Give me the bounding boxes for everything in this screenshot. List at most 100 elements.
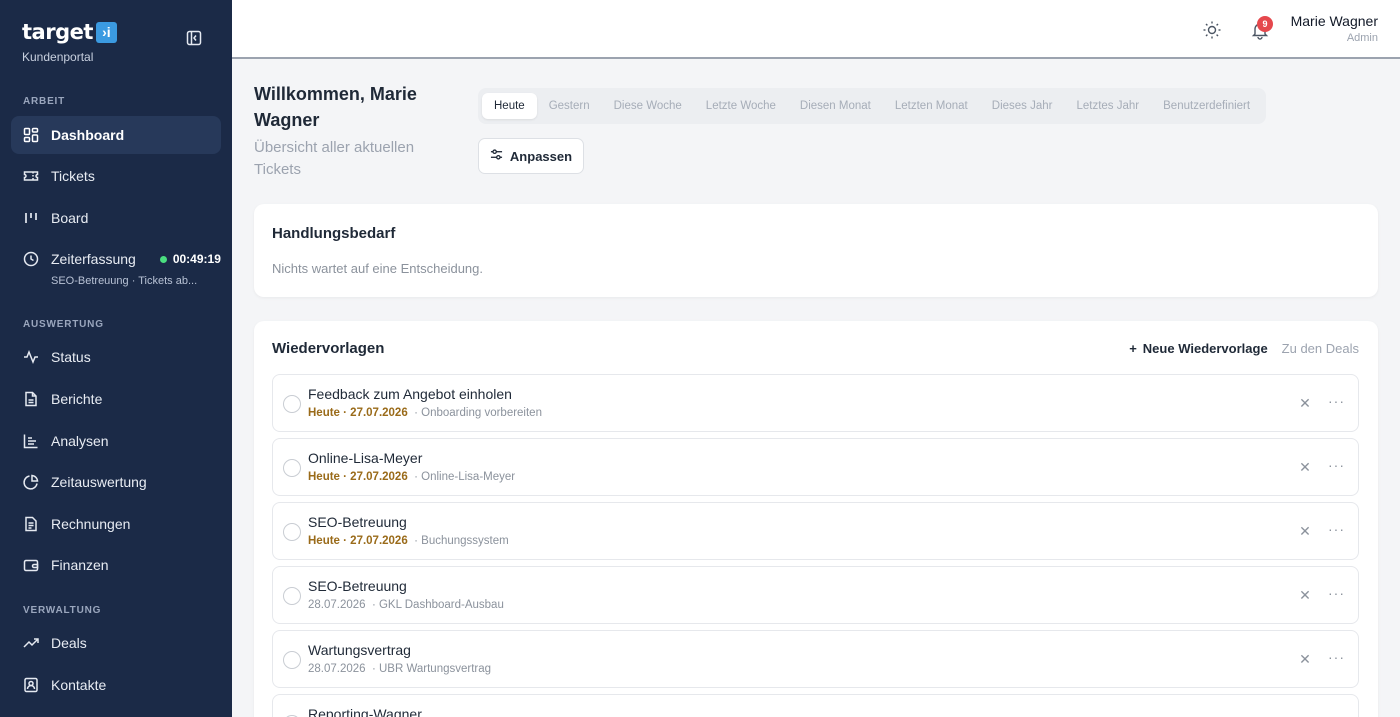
followup-date: Heute · 27.07.2026	[308, 471, 408, 483]
close-icon[interactable]: ✕	[1298, 652, 1312, 666]
more-icon[interactable]: ···	[1328, 586, 1344, 600]
list-item[interactable]: Feedback zum Angebot einholen Heute · 27…	[272, 374, 1359, 432]
wallet-icon	[23, 557, 39, 573]
more-icon[interactable]: ···	[1328, 394, 1344, 408]
followup-context: · Buchungssystem	[414, 535, 509, 547]
sidebar-item-label: Analysen	[51, 433, 109, 449]
tab-diese-woche[interactable]: Diese Woche	[602, 93, 694, 119]
close-icon[interactable]: ✕	[1298, 588, 1312, 602]
close-icon[interactable]: ✕	[1298, 524, 1312, 538]
card-title: Wiedervorlagen	[272, 340, 385, 357]
followup-date: 28.07.2026	[308, 599, 366, 611]
sidebar-collapse-icon[interactable]	[185, 29, 203, 47]
followup-context: · GKL Dashboard-Ausbau	[371, 599, 504, 611]
tab-dieses-jahr[interactable]: Dieses Jahr	[980, 93, 1065, 119]
tab-letzte-woche[interactable]: Letzte Woche	[694, 93, 788, 119]
new-followup-button[interactable]: + Neue Wiedervorlage	[1129, 341, 1267, 356]
complete-checkbox[interactable]	[283, 395, 301, 413]
followup-meta: 28.07.2026 · UBR Wartungsvertrag	[308, 663, 491, 675]
ticket-icon	[23, 168, 39, 184]
followup-title: SEO-Betreuung	[308, 578, 407, 594]
list-item[interactable]: Wartungsvertrag 28.07.2026 · UBR Wartung…	[272, 630, 1359, 688]
customize-button[interactable]: Anpassen	[478, 138, 584, 174]
complete-checkbox[interactable]	[283, 651, 301, 669]
sidebar-item-status[interactable]: Status	[11, 338, 221, 376]
complete-checkbox[interactable]	[283, 459, 301, 477]
theme-toggle-sun-icon[interactable]	[1202, 20, 1222, 40]
followup-title: SEO-Betreuung	[308, 514, 407, 530]
tab-letzten-monat[interactable]: Letzten Monat	[883, 93, 980, 119]
date-range-tabs: Heute Gestern Diese Woche Letzte Woche D…	[478, 88, 1267, 124]
more-icon[interactable]: ···	[1328, 522, 1344, 536]
list-item[interactable]: SEO-Betreuung 28.07.2026 · GKL Dashboard…	[272, 566, 1359, 624]
tab-heute[interactable]: Heute	[482, 93, 537, 119]
tab-benutzerdefiniert[interactable]: Benutzerdefiniert	[1151, 93, 1262, 119]
sidebar-item-board[interactable]: Board	[11, 199, 221, 237]
tab-diesen-monat[interactable]: Diesen Monat	[788, 93, 883, 119]
sidebar-item-deals[interactable]: Deals	[11, 624, 221, 662]
action-required-card: Handlungsbedarf Nichts wartet auf eine E…	[254, 204, 1378, 297]
timer-label: Zeiterfassung	[51, 251, 136, 267]
sidebar-item-label: Board	[51, 210, 89, 226]
user-name[interactable]: Marie Wagner	[1291, 13, 1378, 29]
followup-context: · UBR Wartungsvertrag	[371, 663, 492, 675]
followup-date: Heute · 27.07.2026	[308, 407, 408, 419]
sidebar-item-label: Berichte	[51, 391, 103, 407]
clock-icon	[23, 251, 39, 267]
sidebar-item-analysen[interactable]: Analysen	[11, 422, 221, 460]
complete-checkbox[interactable]	[283, 587, 301, 605]
followup-date: Heute · 27.07.2026	[308, 535, 408, 547]
sidebar-item-label: Tickets	[51, 168, 95, 184]
sidebar-item-zeitauswertung[interactable]: Zeitauswertung	[11, 463, 221, 501]
brand-subtitle: Kundenportal	[22, 50, 94, 64]
sidebar: target ›i Kundenportal ARBEIT Dashboard …	[0, 0, 232, 717]
section-label-auswertung: AUSWERTUNG	[23, 319, 104, 330]
sidebar-item-label: Kontakte	[51, 677, 107, 693]
customize-label: Anpassen	[509, 148, 573, 164]
sidebar-item-label: Dashboard	[51, 127, 125, 143]
followup-title: Online-Lisa-Meyer	[308, 450, 423, 466]
section-label-verwaltung: VERWALTUNG	[23, 605, 102, 616]
new-followup-label: Neue Wiedervorlage	[1142, 341, 1268, 356]
sidebar-item-berichte[interactable]: Berichte	[11, 380, 221, 418]
sidebar-item-kontakte[interactable]: Kontakte	[11, 666, 221, 704]
timer-running-dot	[159, 255, 167, 263]
logo-text: target	[22, 20, 93, 44]
more-icon[interactable]: ···	[1328, 650, 1344, 664]
sidebar-item-zeiterfassung[interactable]: Zeiterfassung 00:49:19 SEO-Betreuung · T…	[11, 245, 221, 295]
empty-state-text: Nichts wartet auf eine Entscheidung.	[272, 261, 484, 276]
more-icon[interactable]: ···	[1328, 458, 1344, 472]
sidebar-item-tickets[interactable]: Tickets	[11, 157, 221, 195]
tab-letztes-jahr[interactable]: Letztes Jahr	[1064, 93, 1151, 119]
sidebar-item-label: Rechnungen	[51, 516, 131, 532]
followup-context: · Onboarding vorbereiten	[414, 407, 542, 419]
complete-checkbox[interactable]	[283, 523, 301, 541]
sidebar-item-label: Finanzen	[51, 557, 109, 573]
section-label-arbeit: ARBEIT	[23, 96, 66, 107]
contact-icon	[23, 677, 39, 693]
followups-actions: + Neue Wiedervorlage Zu den Deals	[1129, 341, 1359, 356]
close-icon[interactable]: ✕	[1298, 396, 1312, 410]
tab-gestern[interactable]: Gestern	[537, 93, 602, 119]
report-icon	[23, 391, 39, 407]
chart-icon	[23, 433, 39, 449]
sidebar-item-rechnungen[interactable]: Rechnungen	[11, 505, 221, 543]
page-title: Willkommen, Marie Wagner	[254, 84, 417, 130]
list-item[interactable]: SEO-Betreuung Heute · 27.07.2026 · Buchu…	[272, 502, 1359, 560]
close-icon[interactable]: ✕	[1298, 460, 1312, 474]
followup-meta: Heute · 27.07.2026 · Buchungssystem	[308, 535, 509, 547]
timer-time: 00:49:19	[172, 252, 221, 266]
followup-meta: Heute · 27.07.2026 · Online-Lisa-Meyer	[308, 471, 515, 483]
list-item[interactable]: Online-Lisa-Meyer Heute · 27.07.2026 · O…	[272, 438, 1359, 496]
followup-title: Feedback zum Angebot einholen	[308, 386, 512, 402]
brand[interactable]: target ›i Kundenportal	[22, 20, 117, 64]
sliders-icon	[490, 148, 503, 164]
plus-icon: +	[1129, 341, 1137, 356]
card-title: Handlungsbedarf	[272, 225, 396, 242]
sidebar-item-label: Zeitauswertung	[51, 474, 147, 490]
sidebar-item-dashboard[interactable]: Dashboard	[11, 116, 221, 154]
sidebar-item-finanzen[interactable]: Finanzen	[11, 546, 221, 584]
followup-date: 28.07.2026	[308, 663, 366, 675]
list-item[interactable]: Reporting-Wagner	[272, 694, 1359, 717]
to-deals-link[interactable]: Zu den Deals	[1282, 341, 1359, 356]
